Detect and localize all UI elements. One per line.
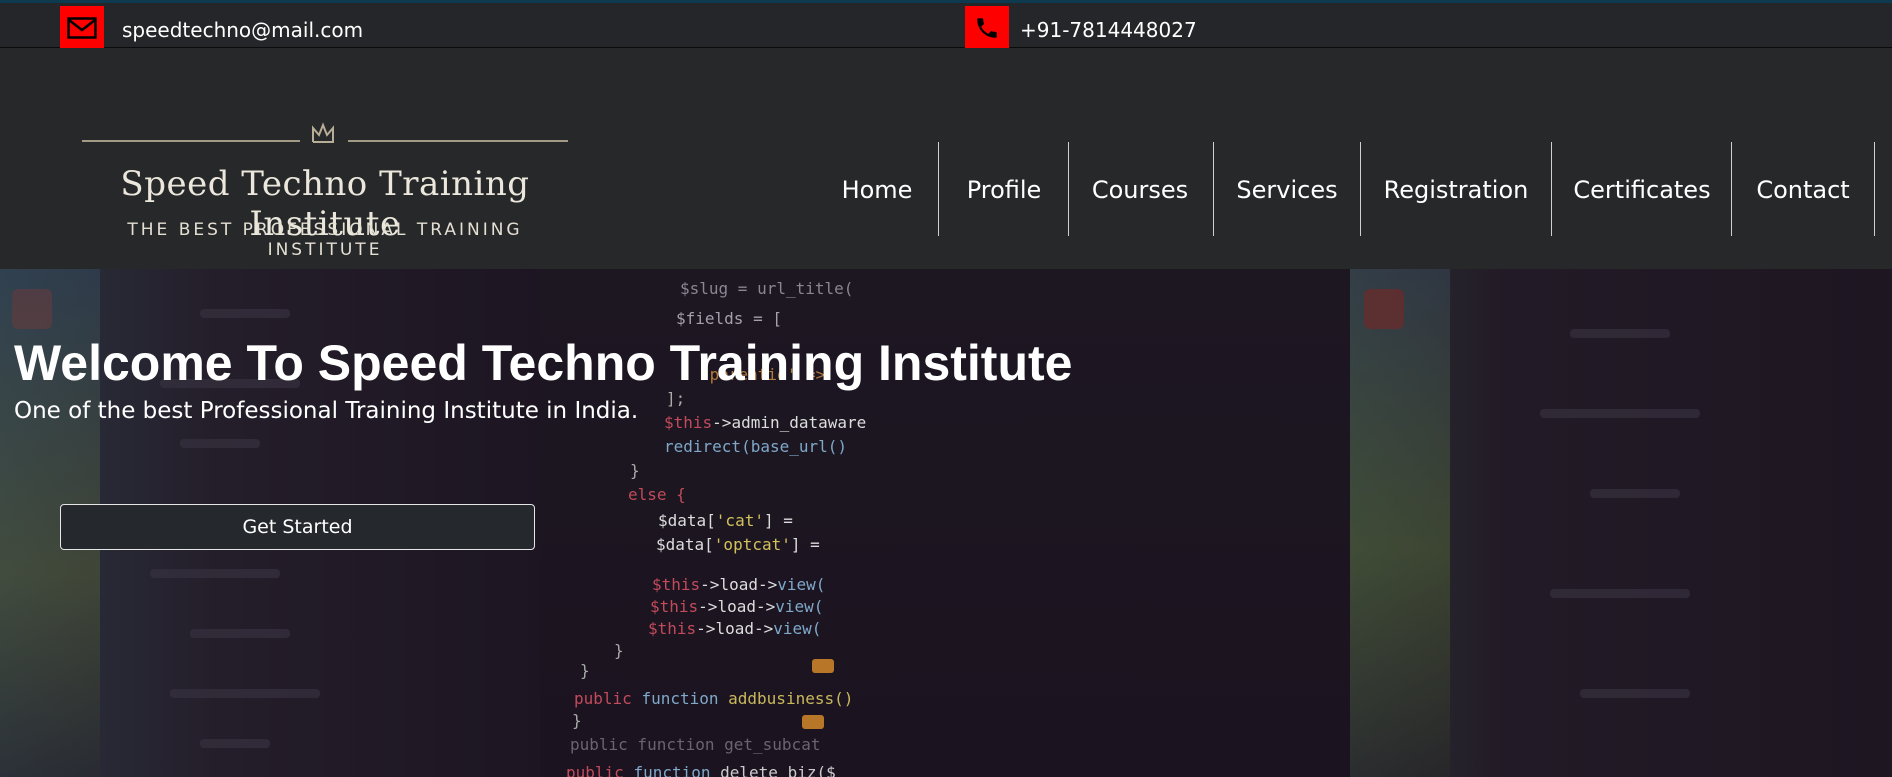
nav-separator <box>1068 142 1069 236</box>
hero-subtitle: One of the best Professional Training In… <box>14 398 639 424</box>
nav-services[interactable]: Services <box>1226 142 1348 238</box>
nav-contact[interactable]: Contact <box>1748 142 1858 238</box>
nav-separator <box>1731 142 1732 236</box>
crown-icon <box>312 122 334 143</box>
nav-home[interactable]: Home <box>822 142 932 238</box>
bg-blur-spot <box>1364 289 1404 329</box>
bg-code-highlight <box>802 715 824 729</box>
nav-profile-label: Profile <box>966 176 1042 204</box>
nav-certificates[interactable]: Certificates <box>1568 142 1716 238</box>
bg-blur-line <box>180 439 260 448</box>
nav-separator <box>938 142 939 236</box>
bg-code-line: $fields = [ <box>676 309 782 328</box>
bg-code-line: $data['optcat'] = <box>656 535 820 554</box>
bg-blur-edge <box>1350 269 1450 777</box>
nav-separator <box>1551 142 1552 236</box>
bg-blur-line <box>1580 689 1690 698</box>
nav-certificates-label: Certificates <box>1573 176 1711 204</box>
phone-icon <box>977 18 997 38</box>
bg-code-line: } <box>580 661 590 680</box>
bg-blur-line <box>200 739 270 748</box>
bg-blur-line <box>1570 329 1670 338</box>
bg-code-line: } <box>614 641 624 660</box>
hero-bg-right <box>1350 269 1892 777</box>
bg-code-line: redirect(base_url() <box>664 437 848 456</box>
bg-code-line: $slug = url_title( <box>680 279 854 298</box>
contact-phone[interactable]: +91-7814448027 <box>1020 18 1197 42</box>
logo-right-rule <box>348 140 568 142</box>
bg-code-line: } <box>572 711 582 730</box>
bg-code-line: $this->load->view( <box>648 619 822 638</box>
top-contact-bar: speedtechno@mail.com +91-7814448027 <box>0 0 1892 50</box>
bg-code-line: $this->load->view( <box>652 575 826 594</box>
bg-code-line: $data['cat'] = <box>658 511 793 530</box>
bg-code-line: public function get_subcat <box>570 735 821 754</box>
nav-profile[interactable]: Profile <box>952 142 1056 238</box>
email-icon-box <box>60 6 104 50</box>
bg-code-highlight <box>812 659 834 673</box>
bg-blur-line <box>200 309 290 318</box>
contact-email[interactable]: speedtechno@mail.com <box>122 18 363 42</box>
bg-blur-line <box>150 569 280 578</box>
phone-icon-box <box>965 6 1009 50</box>
nav-home-label: Home <box>841 176 913 204</box>
bg-code-line: public function delete_biz($ <box>566 763 836 777</box>
bg-code-line: } <box>630 461 640 480</box>
logo-subtitle: THE BEST PROFESSIONAL TRAINING INSTITUTE <box>127 220 523 260</box>
nav-contact-label: Contact <box>1756 176 1850 204</box>
bg-blur-line <box>1550 589 1690 598</box>
logo-left-rule <box>82 140 300 142</box>
bg-blur-line <box>190 629 290 638</box>
nav-registration-label: Registration <box>1383 176 1529 204</box>
get-started-button[interactable]: Get Started <box>60 504 535 550</box>
hero-title: Welcome To Speed Techno Training Institu… <box>14 335 1073 391</box>
nav-courses-label: Courses <box>1091 176 1189 204</box>
bg-code-line: $this->admin_dataware <box>664 413 867 432</box>
nav-separator <box>1213 142 1214 236</box>
nav-registration[interactable]: Registration <box>1380 142 1532 238</box>
bg-blur-line <box>1540 409 1700 418</box>
nav-services-label: Services <box>1236 176 1338 204</box>
bg-code-line: public function addbusiness() <box>574 689 854 708</box>
site-logo[interactable]: Speed Techno Training Institute THE BEST… <box>80 84 570 260</box>
nav-separator <box>1874 142 1875 236</box>
bg-blur-line <box>170 689 320 698</box>
bg-code-line: else { <box>628 485 686 504</box>
envelope-icon <box>67 17 97 39</box>
nav-courses[interactable]: Courses <box>1082 142 1198 238</box>
nav-separator <box>1360 142 1361 236</box>
bg-blur-line <box>1590 489 1680 498</box>
bg-code-line: $this->load->view( <box>650 597 824 616</box>
